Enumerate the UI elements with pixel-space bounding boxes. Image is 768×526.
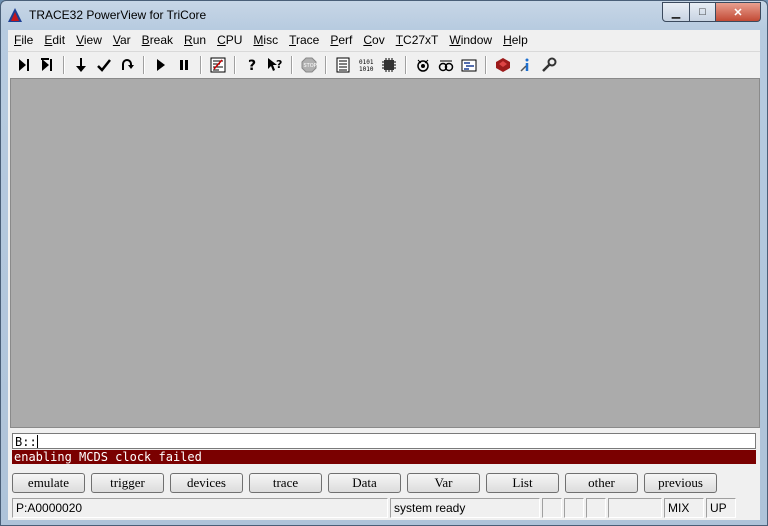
menu-window[interactable]: Window [443, 33, 497, 47]
softkey-devices[interactable]: devices [170, 473, 243, 493]
toolbar-separator [325, 55, 327, 74]
softkey-bar: emulate trigger devices trace Data Var L… [12, 473, 756, 495]
status-field-empty [542, 498, 562, 518]
status-mode: MIX [664, 498, 704, 518]
softkey-list[interactable]: List [486, 473, 559, 493]
trace-chart-icon[interactable] [459, 55, 479, 75]
trace-view-icon[interactable] [436, 55, 456, 75]
menu-cpu[interactable]: CPU [211, 33, 247, 47]
svg-text:0101: 0101 [359, 59, 374, 66]
status-field-empty [586, 498, 606, 518]
command-line-input[interactable]: B:: [12, 433, 756, 449]
toolbar-separator [291, 55, 293, 74]
message-line: enabling MCDS clock failed [12, 450, 756, 464]
menu-var[interactable]: Var [107, 33, 136, 47]
menu-help[interactable]: Help [497, 33, 533, 47]
stop-icon[interactable]: STOP [299, 55, 319, 75]
toolbar-separator [485, 55, 487, 74]
menu-edit[interactable]: Edit [38, 33, 70, 47]
tricore-icon[interactable] [493, 55, 513, 75]
status-address: P:A0000020 [12, 498, 388, 518]
menu-bar: File Edit View Var Break Run CPU Misc Tr… [8, 30, 760, 50]
toolbar-separator [63, 55, 65, 74]
chip-icon[interactable] [379, 55, 399, 75]
svg-text:STOP: STOP [304, 63, 317, 69]
step-up-icon[interactable] [117, 55, 137, 75]
menu-trace[interactable]: Trace [283, 33, 324, 47]
command-prompt: B:: [15, 435, 37, 449]
minimize-button[interactable]: ▁ [662, 2, 690, 22]
menu-perf[interactable]: Perf [324, 33, 357, 47]
softkey-emulate[interactable]: emulate [12, 473, 85, 493]
break-icon[interactable] [174, 55, 194, 75]
status-state: system ready [390, 498, 540, 518]
tool-info-icon[interactable] [516, 55, 536, 75]
workspace-area[interactable] [10, 78, 760, 428]
toolbar: ? ? STOP 0101 1010 [8, 51, 760, 77]
svg-text:1010: 1010 [359, 66, 374, 73]
softkey-trace[interactable]: trace [249, 473, 322, 493]
status-direction: UP [706, 498, 736, 518]
step-down-icon[interactable] [71, 55, 91, 75]
toolbar-separator [143, 55, 145, 74]
softkey-previous[interactable]: previous [644, 473, 717, 493]
maximize-button[interactable]: □ [690, 2, 716, 22]
toolbar-separator [405, 55, 407, 74]
status-bar: P:A0000020 system ready MIX UP [12, 498, 756, 518]
toolbar-separator [234, 55, 236, 74]
menu-misc[interactable]: Misc [247, 33, 283, 47]
menu-view[interactable]: View [70, 33, 107, 47]
softkey-var[interactable]: Var [407, 473, 480, 493]
menu-file[interactable]: File [8, 33, 38, 47]
status-field-empty [564, 498, 584, 518]
softkey-other[interactable]: other [565, 473, 638, 493]
peripheral-icon[interactable] [413, 55, 433, 75]
go-icon[interactable] [151, 55, 171, 75]
menu-cov[interactable]: Cov [357, 33, 389, 47]
svg-text:?: ? [248, 58, 256, 73]
menu-run[interactable]: Run [178, 33, 211, 47]
client-area: File Edit View Var Break Run CPU Misc Tr… [8, 30, 760, 520]
main-window: TRACE32 PowerView for TriCore ▁ □ ✕ File… [0, 0, 768, 526]
toolbar-separator [200, 55, 202, 74]
text-cursor [36, 435, 38, 448]
svg-text:?: ? [276, 58, 282, 71]
register-icon[interactable] [333, 55, 353, 75]
memory-dump-icon[interactable]: 0101 1010 [356, 55, 376, 75]
softkey-trigger[interactable]: trigger [91, 473, 164, 493]
softkey-data[interactable]: Data [328, 473, 401, 493]
step-icon[interactable] [14, 55, 34, 75]
window-title: TRACE32 PowerView for TriCore [29, 8, 207, 22]
step-over-icon[interactable] [37, 55, 57, 75]
close-button[interactable]: ✕ [716, 2, 761, 22]
step-return-icon[interactable] [94, 55, 114, 75]
title-bar[interactable]: TRACE32 PowerView for TriCore ▁ □ ✕ [1, 1, 767, 29]
settings-wrench-icon[interactable] [539, 55, 559, 75]
menu-tc27xt[interactable]: TC27xT [390, 33, 444, 47]
list-source-icon[interactable] [208, 55, 228, 75]
menu-break[interactable]: Break [136, 33, 178, 47]
status-field-empty [608, 498, 662, 518]
help-icon[interactable]: ? [242, 55, 262, 75]
trace32-logo-icon [8, 8, 22, 22]
context-help-icon[interactable]: ? [265, 55, 285, 75]
